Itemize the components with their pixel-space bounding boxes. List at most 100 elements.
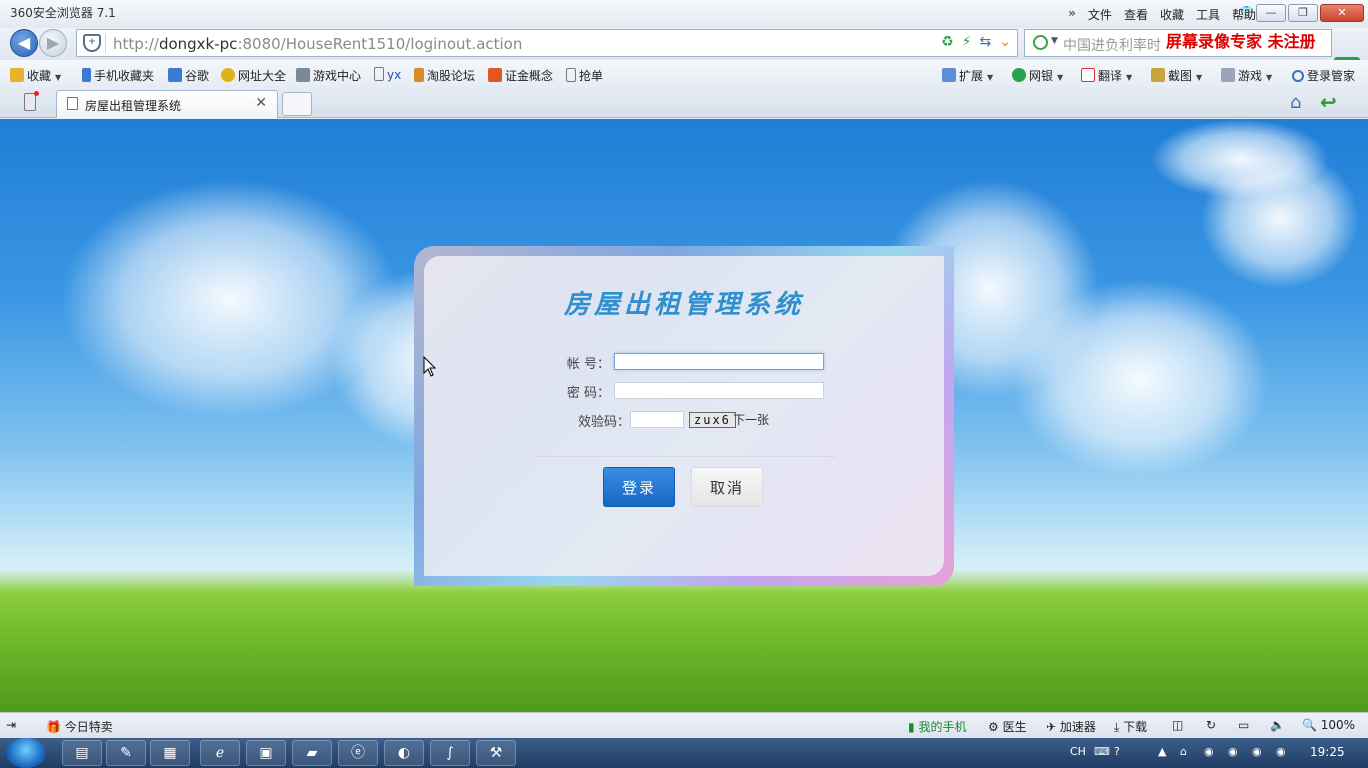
clock[interactable]: 19:25 (1310, 745, 1345, 759)
menu-view[interactable]: 查看 (1124, 6, 1148, 23)
daily-deals-link[interactable]: 🎁 今日特卖 (46, 718, 113, 735)
download-icon: ⤓ (1114, 720, 1120, 734)
zoom-control[interactable]: 🔍 100% (1302, 718, 1355, 732)
page-icon (566, 68, 576, 82)
tab-active[interactable]: 房屋出租管理系统 ✕ (56, 90, 278, 118)
stock-icon (488, 68, 502, 82)
bookmark-site-directory[interactable]: 网址大全 (221, 67, 286, 84)
refresh-icon[interactable]: ♻ (941, 34, 954, 50)
taskbar-app-360-browser[interactable]: ⓔ (338, 740, 378, 766)
page-icon (374, 67, 384, 81)
tray-expand-icon[interactable]: ▲ (1158, 745, 1166, 758)
toolbar-extensions[interactable]: 扩展 ▼ (942, 67, 993, 84)
account-label: 帐 号： (566, 357, 610, 372)
home-icon[interactable]: ⌂ (1290, 92, 1301, 113)
search-engine-icon[interactable] (1033, 35, 1048, 50)
close-tab-icon[interactable]: ✕ (255, 95, 267, 111)
cloud (1010, 279, 1270, 479)
taskbar-app-book[interactable]: ▰ (292, 740, 332, 766)
toolbar-games[interactable]: 游戏 ▼ (1221, 67, 1272, 84)
taskbar-app-explorer[interactable]: ▤ (62, 740, 102, 766)
sync-icon[interactable]: ↻ (1206, 718, 1216, 732)
sidebar-toggle-icon[interactable]: ⇥ (6, 718, 16, 732)
login-panel: 房屋出租管理系统 帐 号： 密 码： 效验码： zux6 下一张 登录 取消 (414, 246, 954, 586)
bookmark-zhengjin[interactable]: 证金概念 (488, 67, 553, 84)
bookmark-qiangdan[interactable]: 抢单 (566, 67, 603, 84)
next-captcha-link[interactable]: 下一张 (733, 411, 769, 428)
window-icon[interactable]: ▭ (1238, 718, 1249, 732)
close-window-button[interactable]: ✕ (1320, 4, 1364, 22)
menu-more-icon[interactable]: » (1068, 6, 1076, 23)
minimize-button[interactable]: — (1256, 4, 1286, 22)
qq-icon[interactable]: ◉ (1204, 745, 1214, 758)
lightning-icon[interactable]: ⚡ (962, 34, 972, 50)
address-bar[interactable]: + http://dongxk-pc:8080/HouseRent1510/lo… (76, 29, 1018, 57)
account-input[interactable] (614, 353, 824, 370)
star-icon (10, 68, 24, 82)
forward-button[interactable]: ▶ (39, 29, 67, 57)
taskbar-app-eclipse[interactable]: ◐ (384, 740, 424, 766)
cancel-button[interactable]: 取消 (691, 467, 763, 507)
bookmark-mobile[interactable]: 手机收藏夹 (82, 67, 154, 84)
title-bar: 360安全浏览器 7.1 👕 » 文件 查看 收藏 工具 帮助 — ❐ ✕ (0, 0, 1368, 28)
taskbar-app-ie[interactable]: ℯ (200, 740, 240, 766)
google-icon (168, 68, 182, 82)
search-input[interactable]: 中国进负利率时 (1063, 35, 1161, 55)
captcha-image[interactable]: zux6 (689, 412, 736, 428)
restore-button[interactable]: ❐ (1288, 4, 1318, 22)
taskbar-app-tool[interactable]: ∫ (430, 740, 470, 766)
tab-strip: 房屋出租管理系统 ✕ ⌂ ↩ (0, 88, 1368, 118)
help-icon[interactable]: ? (1114, 745, 1120, 758)
bookmark-game-center[interactable]: 游戏中心 (296, 67, 361, 84)
my-phone-link[interactable]: ▮ 我的手机 (908, 718, 966, 735)
input-language[interactable]: CH (1070, 745, 1086, 758)
security-shield-icon[interactable]: + (83, 34, 101, 52)
back-button[interactable]: ◀ (10, 29, 38, 57)
address-dropdown-icon[interactable]: ⌄ (999, 34, 1011, 50)
bookmark-favorites[interactable]: 收藏 ▼ (10, 67, 61, 84)
toolbar-ebank[interactable]: 网银 ▼ (1012, 67, 1063, 84)
toolbar-login-manager[interactable]: 登录管家 (1292, 67, 1355, 84)
menu-file[interactable]: 文件 (1088, 6, 1112, 23)
new-tab-button[interactable] (282, 92, 312, 116)
password-input[interactable] (614, 382, 824, 399)
bookmarks-bar: 收藏 ▼ 手机收藏夹 谷歌 网址大全 游戏中心 yx 淘股论坛 证金概念 抢单 扩… (0, 60, 1368, 88)
bookmark-yx[interactable]: yx (374, 67, 401, 82)
site-directory-icon (221, 68, 235, 82)
taskbar-app-folder[interactable]: ▦ (150, 740, 190, 766)
keyboard-icon[interactable]: ⌨ (1094, 745, 1110, 758)
mask-icon[interactable]: ◫ (1172, 718, 1183, 732)
phone-sync-icon[interactable] (24, 91, 39, 111)
url-text[interactable]: http://dongxk-pc:8080/HouseRent1510/logi… (113, 35, 522, 53)
bookmark-google[interactable]: 谷歌 (168, 67, 209, 84)
doctor-link[interactable]: ⚙ 医生 (988, 718, 1027, 735)
toolbar-translate[interactable]: 翻译 ▼ (1081, 67, 1132, 84)
qq-icon[interactable]: ◉ (1276, 745, 1286, 758)
toolbar-screenshot[interactable]: 截图 ▼ (1151, 67, 1202, 84)
download-link[interactable]: ⤓ 下载 (1114, 718, 1147, 735)
taskbar-app-builder[interactable]: ⚒ (476, 740, 516, 766)
os-taskbar: ▤ ✎ ▦ ℯ ▣ ▰ ⓔ ◐ ∫ ⚒ CH ⌨ ? ▲ ⌂ ◉ ◉ ◉ ◉ 1… (0, 738, 1368, 768)
qq-icon[interactable]: ◉ (1252, 745, 1262, 758)
start-button[interactable] (6, 738, 46, 768)
taskbar-app-editor[interactable]: ✎ (106, 740, 146, 766)
zoom-icon: 🔍 (1302, 718, 1317, 732)
menu-favorites[interactable]: 收藏 (1160, 6, 1184, 23)
phone-icon (82, 68, 91, 82)
compat-mode-icon[interactable]: ⇆ (980, 34, 992, 50)
qq-icon[interactable]: ◉ (1228, 745, 1238, 758)
accelerator-link[interactable]: ✈ 加速器 (1046, 718, 1096, 735)
network-icon[interactable]: ⌂ (1180, 745, 1187, 758)
login-button[interactable]: 登录 (603, 467, 675, 507)
key-search-icon (1292, 70, 1304, 82)
menu-tools[interactable]: 工具 (1196, 6, 1220, 23)
captcha-input[interactable] (630, 411, 684, 428)
undo-close-icon[interactable]: ↩ (1320, 90, 1337, 114)
menu-help[interactable]: 帮助 (1232, 6, 1256, 23)
volume-icon[interactable]: 🔈 (1270, 718, 1285, 732)
search-engine-dropdown-icon[interactable]: ▼ (1051, 36, 1058, 46)
taskbar-app-green[interactable]: ▣ (246, 740, 286, 766)
bookmark-taogu[interactable]: 淘股论坛 (414, 67, 475, 84)
login-title: 房屋出租管理系统 (563, 290, 804, 320)
address-actions: ♻ ⚡ ⇆ ⌄ (941, 34, 1011, 50)
